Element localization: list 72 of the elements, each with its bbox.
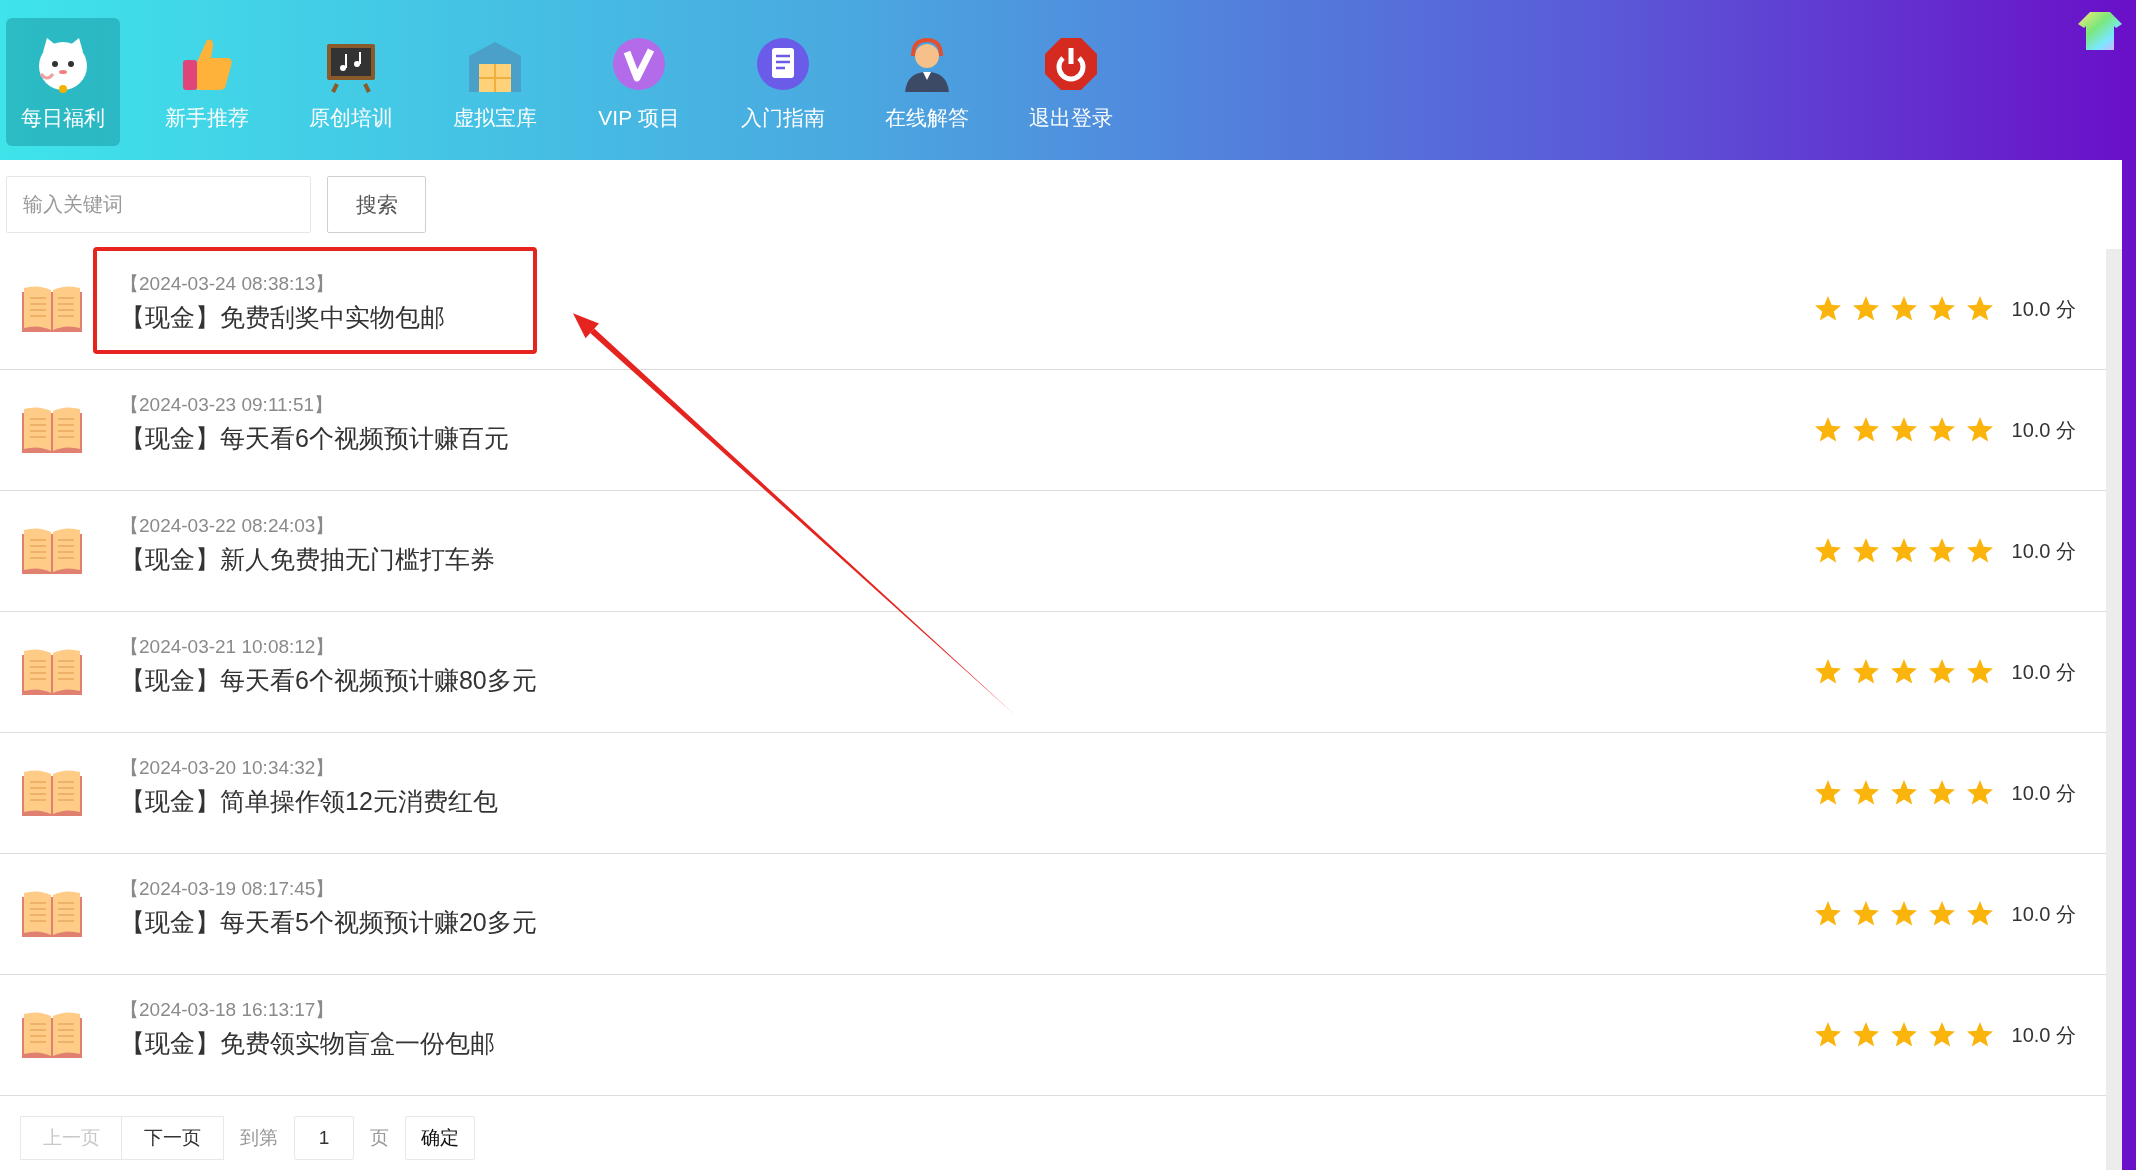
star-icon <box>1851 779 1880 807</box>
book-icon <box>20 647 84 697</box>
star-icon <box>1813 537 1842 565</box>
book-icon <box>20 526 84 576</box>
post-date: 【2024-03-19 08:17:45】 <box>120 877 336 901</box>
post-date: 【2024-03-21 10:08:12】 <box>120 635 336 659</box>
star-icon <box>1927 779 1956 807</box>
star-icon <box>1927 295 1956 323</box>
star-icon <box>1889 537 1918 565</box>
post-date: 【2024-03-20 10:34:32】 <box>120 756 336 780</box>
book-icon <box>20 768 84 818</box>
score-text: 10.0 分 <box>2011 538 2076 564</box>
score-text: 10.0 分 <box>2011 659 2076 685</box>
post-title-link[interactable]: 【现金】新人免费抽无门槛打车券 <box>120 543 495 576</box>
goto-label: 到第 <box>240 1126 278 1150</box>
star-icon <box>1813 416 1842 444</box>
star-icon <box>1965 658 1994 686</box>
post-title-link[interactable]: 【现金】免费刮奖中实物包邮 <box>120 301 445 334</box>
star-icon <box>1813 658 1842 686</box>
score-text: 10.0 分 <box>2011 296 2076 322</box>
post-date: 【2024-03-23 09:11:51】 <box>120 393 335 417</box>
star-icon <box>1965 416 1994 444</box>
score-text: 10.0 分 <box>2011 417 2076 443</box>
star-icon <box>1813 295 1842 323</box>
star-icon <box>1889 779 1918 807</box>
star-icon <box>1965 1021 1994 1049</box>
book-icon <box>20 284 84 334</box>
search-button[interactable]: 搜索 <box>327 176 426 233</box>
star-icon <box>1927 1021 1956 1049</box>
post-title-link[interactable]: 【现金】每天看5个视频预计赚20多元 <box>120 906 537 939</box>
post-title-link[interactable]: 【现金】简单操作领12元消费红包 <box>120 785 498 818</box>
book-icon <box>20 1010 84 1060</box>
star-icon <box>1813 900 1842 928</box>
post-title-link[interactable]: 【现金】免费领实物盲盒一份包邮 <box>120 1027 495 1060</box>
star-icon <box>1851 537 1880 565</box>
star-icon <box>1889 1021 1918 1049</box>
post-date: 【2024-03-18 16:13:17】 <box>120 998 336 1022</box>
score-text: 10.0 分 <box>2011 1022 2076 1048</box>
score-text: 10.0 分 <box>2011 901 2076 927</box>
page-input[interactable]: 1 <box>294 1116 354 1160</box>
star-icon <box>1965 900 1994 928</box>
post-title-link[interactable]: 【现金】每天看6个视频预计赚80多元 <box>120 664 537 697</box>
star-icon <box>1851 900 1880 928</box>
star-icon <box>1813 779 1842 807</box>
star-icon <box>1965 537 1994 565</box>
next-page-button[interactable]: 下一页 <box>122 1116 224 1160</box>
post-title-link[interactable]: 【现金】每天看6个视频预计赚百元 <box>120 422 509 455</box>
star-icon <box>1965 779 1994 807</box>
confirm-button[interactable]: 确定 <box>405 1116 475 1160</box>
star-icon <box>1851 416 1880 444</box>
star-icon <box>1927 658 1956 686</box>
shirt-icon[interactable] <box>2076 10 2124 50</box>
star-icon <box>1889 295 1918 323</box>
star-icon <box>1927 900 1956 928</box>
scrollbar[interactable] <box>2106 249 2122 1170</box>
page-unit-label: 页 <box>370 1126 389 1150</box>
post-date: 【2024-03-22 08:24:03】 <box>120 514 336 538</box>
book-icon <box>20 889 84 939</box>
score-text: 10.0 分 <box>2011 780 2076 806</box>
star-icon <box>1851 1021 1880 1049</box>
star-icon <box>1927 416 1956 444</box>
star-icon <box>1889 658 1918 686</box>
book-icon <box>20 405 84 455</box>
star-icon <box>1813 1021 1842 1049</box>
post-date: 【2024-03-24 08:38:13】 <box>120 272 336 296</box>
star-icon <box>1965 295 1994 323</box>
star-icon <box>1889 900 1918 928</box>
star-icon <box>1851 295 1880 323</box>
star-icon <box>1889 416 1918 444</box>
search-field[interactable]: 输入关键词 <box>6 176 311 233</box>
star-icon <box>1927 537 1956 565</box>
star-icon <box>1851 658 1880 686</box>
